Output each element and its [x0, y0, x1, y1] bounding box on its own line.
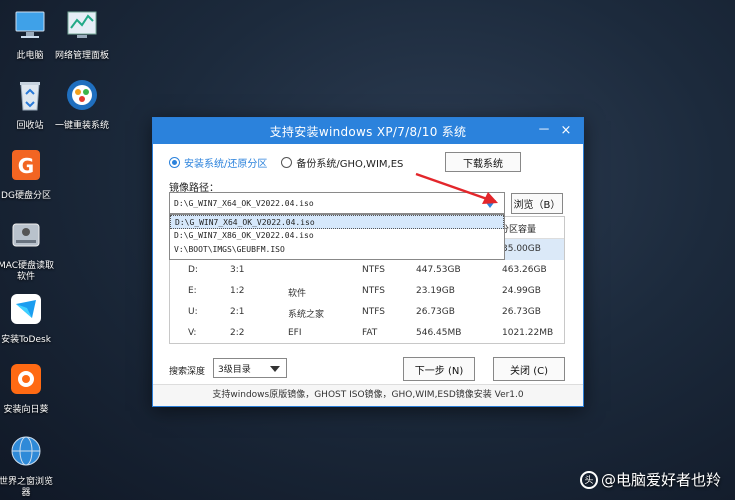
- table-row[interactable]: U: 2:1 系统之家 NTFS 26.73GB 26.73GB: [170, 302, 564, 323]
- cell-label: 软件: [288, 289, 307, 299]
- close-window-button[interactable]: ×: [557, 122, 575, 140]
- cell-free: 447.53GB: [416, 265, 461, 275]
- cell-filesystem: NTFS: [362, 286, 385, 296]
- cell-drive: U:: [188, 307, 198, 317]
- desktop-icon-sunflower[interactable]: 安装向日葵: [0, 360, 56, 416]
- backup-system-radio[interactable]: 备份系统/GHO,WIM,ES: [281, 155, 403, 170]
- recycle-bin-icon: [20, 82, 40, 111]
- desktop-icon-label: DG硬盘分区: [1, 191, 51, 201]
- download-system-button[interactable]: 下载系统: [445, 152, 521, 172]
- diskgenius-icon: G: [12, 150, 40, 180]
- network-panel-icon: [67, 11, 97, 38]
- browse-button[interactable]: 浏览（B）: [511, 193, 563, 214]
- cell-drive: V:: [188, 328, 197, 338]
- desktop-icon-recycle-bin[interactable]: 回收站: [0, 76, 60, 132]
- watermark-logo-icon: 头: [579, 470, 598, 489]
- install-system-label: 安装系统/还原分区: [184, 158, 268, 170]
- cell-free: 23.19GB: [416, 286, 455, 296]
- dialog-title: 支持安装windows XP/7/8/10 系统: [269, 124, 467, 139]
- search-depth-value: 3级目录: [218, 364, 251, 375]
- cell-drive: E:: [188, 286, 197, 296]
- radio-unchecked-icon: [281, 156, 293, 168]
- cell-total: 35.00GB: [502, 244, 541, 254]
- table-row[interactable]: D: 3:1 NTFS 447.53GB 463.26GB: [170, 260, 564, 281]
- desktop-icon-label: 此电脑: [16, 51, 44, 61]
- cell-filesystem: NTFS: [362, 307, 385, 317]
- chevron-down-icon: [270, 366, 280, 372]
- desktop-icon-label: 回收站: [16, 121, 44, 131]
- reinstall-icon: [67, 80, 97, 110]
- cell-free: 546.45MB: [416, 328, 462, 338]
- red-arrow-annotation-icon: [415, 172, 498, 204]
- dropdown-option[interactable]: D:\G_WIN7_X86_OK_V2022.04.iso: [170, 229, 504, 243]
- header-total-size: 分区容量: [500, 225, 537, 235]
- search-depth-select[interactable]: 3级目录: [213, 358, 287, 378]
- watermark: 头 @电脑爱好者也羚: [579, 469, 721, 490]
- dropdown-option[interactable]: D:\G_WIN7_X64_OK_V2022.04.iso: [170, 215, 504, 229]
- desktop-icon-reinstall[interactable]: 一键重装系统: [52, 76, 112, 132]
- desktop-icon-label: 安装ToDesk: [1, 335, 51, 345]
- cell-total: 463.26GB: [502, 265, 547, 275]
- search-depth-label: 搜索深度: [169, 367, 206, 377]
- cell-partition: 3:1: [230, 265, 245, 275]
- table-row[interactable]: V: 2:2 EFI FAT 546.45MB 1021.22MB: [170, 323, 564, 344]
- minimize-button[interactable]: －: [535, 122, 553, 140]
- todesk-icon: [11, 294, 41, 324]
- cell-label: EFI: [288, 328, 302, 338]
- next-button[interactable]: 下一步 (N): [403, 357, 475, 381]
- browser-icon: [11, 436, 41, 466]
- desktop-icon-diskgenius[interactable]: G DG硬盘分区: [0, 146, 56, 202]
- cell-free: 26.73GB: [416, 307, 455, 317]
- cell-filesystem: FAT: [362, 328, 378, 338]
- desktop-icon-label: 安装向日葵: [3, 405, 49, 415]
- mode-radio-group: 安装系统/还原分区 备份系统/GHO,WIM,ES: [169, 154, 417, 170]
- dropdown-option[interactable]: V:\BOOT\IMGS\GEUBFM.ISO: [170, 243, 504, 257]
- mac-disk-icon: [12, 223, 40, 247]
- watermark-text: @电脑爱好者也羚: [600, 471, 721, 489]
- desktop-icon-label: 网络管理面板: [54, 51, 109, 61]
- backup-system-label: 备份系统/GHO,WIM,ES: [296, 158, 404, 170]
- computer-icon: [15, 11, 45, 38]
- image-path-dropdown: D:\G_WIN7_X64_OK_V2022.04.iso D:\G_WIN7_…: [169, 214, 505, 260]
- cell-total: 24.99GB: [502, 286, 541, 296]
- installer-dialog: 支持安装windows XP/7/8/10 系统 － × 安装系统/还原分区 备…: [152, 117, 584, 407]
- install-system-radio[interactable]: 安装系统/还原分区: [169, 155, 267, 170]
- cell-filesystem: NTFS: [362, 265, 385, 275]
- cell-drive: D:: [188, 265, 198, 275]
- desktop-icon-mac-disk[interactable]: MAC硬盘读取软件: [0, 216, 56, 283]
- cell-label: 系统之家: [288, 310, 325, 320]
- cell-partition: 2:2: [230, 328, 245, 338]
- table-row[interactable]: E: 1:2 软件 NTFS 23.19GB 24.99GB: [170, 281, 564, 302]
- dialog-footer: 支持windows原版镜像，GHOST ISO镜像，GHO,WIM,ESD镜像安…: [153, 384, 583, 406]
- cell-total: 26.73GB: [502, 307, 541, 317]
- radio-checked-icon: [169, 156, 180, 168]
- desktop-icon-label: 一键重装系统: [54, 121, 109, 131]
- cell-partition: 1:2: [230, 286, 245, 296]
- cell-total: 1021.22MB: [502, 328, 554, 338]
- desktop-icon-network-panel[interactable]: 网络管理面板: [52, 6, 112, 62]
- cell-partition: 2:1: [230, 307, 245, 317]
- dialog-titlebar[interactable]: 支持安装windows XP/7/8/10 系统 － ×: [153, 118, 583, 144]
- desktop-icon-browser[interactable]: 世界之窗浏览器: [0, 432, 56, 499]
- svg-text:G: G: [18, 154, 34, 178]
- desktop-icon-todesk[interactable]: 安装ToDesk: [0, 290, 56, 346]
- image-path-value: D:\G_WIN7_X64_OK_V2022.04.iso: [174, 198, 314, 208]
- desktop-icon-computer[interactable]: 此电脑: [0, 6, 60, 62]
- sunflower-icon: [11, 364, 41, 394]
- desktop-icon-label: 世界之窗浏览器: [0, 477, 53, 498]
- close-button[interactable]: 关闭 (C): [493, 357, 565, 381]
- desktop-icon-label: MAC硬盘读取软件: [0, 261, 55, 282]
